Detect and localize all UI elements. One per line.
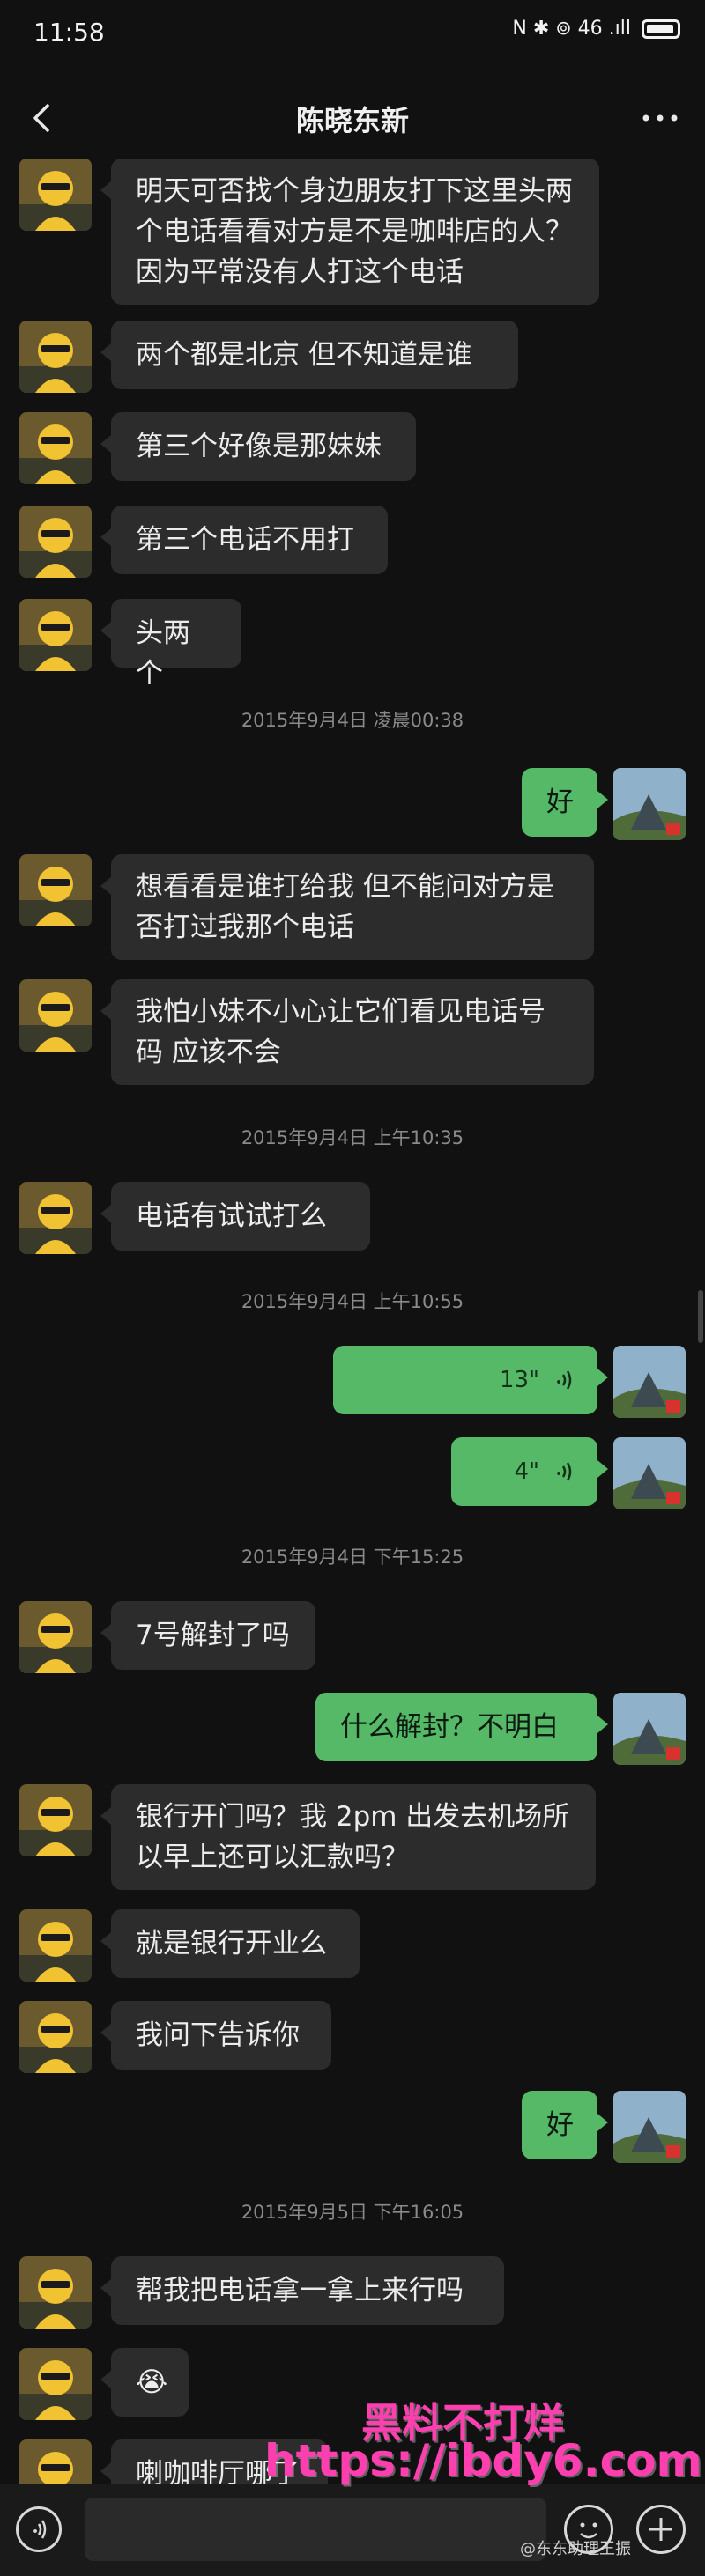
emoji-sticker: 😭 xyxy=(136,2366,168,2398)
voice-message-bubble[interactable]: 13" xyxy=(333,1346,608,1414)
message-bubble[interactable]: 两个都是北京 但不知道是谁 xyxy=(100,321,518,389)
message-text: 银行开门吗？我 2pm 出发去机场所以早上还可以汇款吗？ xyxy=(136,1801,570,1873)
message-bubble[interactable]: 第三个电话不用打 xyxy=(100,506,388,574)
voice-message-bubble[interactable]: 4" xyxy=(451,1437,608,1506)
message-text: 什么解封？不明白 xyxy=(340,1711,559,1743)
contact-avatar[interactable] xyxy=(19,979,92,1052)
timestamp: 2015年9月4日 凌晨00:38 xyxy=(241,710,464,731)
message-bubble[interactable]: 电话有试试打么 xyxy=(100,1182,370,1251)
message-bubble[interactable]: 明天可否找个身边朋友打下这里头两个电话看看对方是不是咖啡店的人？ 因为平常没有人… xyxy=(100,159,599,305)
my-avatar[interactable] xyxy=(613,768,686,840)
contact-avatar[interactable] xyxy=(19,599,92,671)
chat-header: 陈晓东新 xyxy=(0,74,705,166)
voice-wave-icon xyxy=(557,1370,572,1390)
voice-wave-icon xyxy=(557,1462,572,1481)
message-bubble[interactable]: 就是银行开业么 xyxy=(100,1909,360,1978)
scrollbar-thumb[interactable] xyxy=(698,1290,703,1343)
voice-duration: 13" xyxy=(499,1367,539,1393)
message-text: 7号解封了吗 xyxy=(136,1620,290,1651)
more-dots-icon[interactable] xyxy=(634,97,686,139)
message-text: 好 xyxy=(546,786,574,818)
message-text: 两个都是北京 但不知道是谁 xyxy=(136,339,472,371)
timestamp: 2015年9月4日 下午15:25 xyxy=(241,1546,464,1568)
contact-avatar[interactable] xyxy=(19,412,92,484)
message-bubble[interactable]: 第三个好像是那妹妹 xyxy=(100,412,416,481)
message-bubble[interactable]: 什么解封？不明白 xyxy=(315,1693,608,1761)
plus-icon[interactable] xyxy=(636,2505,686,2554)
contact-avatar[interactable] xyxy=(19,1182,92,1254)
message-text: 头两个 xyxy=(136,617,190,690)
message-bubble[interactable]: 想看看是谁打给我 但不能问对方是否打过我那个电话 xyxy=(100,854,594,960)
my-avatar[interactable] xyxy=(613,2091,686,2163)
voice-wave-icon[interactable] xyxy=(16,2506,62,2552)
message-bubble[interactable]: 😭 xyxy=(100,2348,189,2417)
message-bubble[interactable]: 我问下告诉你 xyxy=(100,2001,331,2070)
message-text: 想看看是谁打给我 但不能问对方是否打过我那个电话 xyxy=(136,871,554,943)
message-text: 第三个电话不用打 xyxy=(136,524,354,556)
message-text: 明天可否找个身边朋友打下这里头两个电话看看对方是不是咖啡店的人？ 因为平常没有人… xyxy=(136,175,573,288)
voice-duration: 4" xyxy=(514,1458,539,1485)
contact-avatar[interactable] xyxy=(19,1784,92,1856)
status-indicator-text: N ✱ ⊚ 46 .ıll xyxy=(512,18,631,40)
timestamp: 2015年9月4日 上午10:55 xyxy=(241,1291,464,1312)
contact-avatar[interactable] xyxy=(19,854,92,926)
message-text: 电话有试试打么 xyxy=(136,1200,327,1232)
contact-avatar[interactable] xyxy=(19,2001,92,2073)
watermark-line2: https://ibdy6.com xyxy=(264,2435,702,2486)
message-text: 我怕小妹不小心让它们看见电话号码 应该不会 xyxy=(136,996,545,1068)
contact-avatar[interactable] xyxy=(19,1601,92,1673)
message-text: 好 xyxy=(546,2109,574,2141)
message-bubble[interactable]: 我怕小妹不小心让它们看见电话号码 应该不会 xyxy=(100,979,594,1085)
message-bubble[interactable]: 头两个 xyxy=(100,599,241,690)
message-input[interactable] xyxy=(85,2498,546,2561)
message-bubble[interactable]: 银行开门吗？我 2pm 出发去机场所以早上还可以汇款吗？ xyxy=(100,1784,596,1890)
my-avatar[interactable] xyxy=(613,1693,686,1765)
input-bar xyxy=(0,2484,705,2576)
message-bubble[interactable]: 帮我把电话拿一拿上来行吗 xyxy=(100,2256,504,2325)
status-indicators: N ✱ ⊚ 46 .ıll xyxy=(512,18,680,40)
contact-avatar[interactable] xyxy=(19,506,92,578)
contact-avatar[interactable] xyxy=(19,321,92,393)
message-text: 第三个好像是那妹妹 xyxy=(136,431,382,462)
status-time: 11:58 xyxy=(33,18,105,47)
contact-avatar[interactable] xyxy=(19,2256,92,2329)
message-text: 帮我把电话拿一拿上来行吗 xyxy=(136,2275,464,2307)
message-text: 我问下告诉你 xyxy=(136,2019,300,2051)
contact-avatar[interactable] xyxy=(19,2348,92,2420)
message-bubble[interactable]: 好 xyxy=(522,768,608,837)
message-bubble[interactable]: 好 xyxy=(522,2091,608,2159)
emoji-face-icon[interactable] xyxy=(564,2505,613,2554)
chat-title: 陈晓东新 xyxy=(295,104,409,137)
watermark-line1: 黑料不打烊 xyxy=(361,2399,564,2447)
contact-avatar[interactable] xyxy=(19,159,92,231)
contact-avatar[interactable] xyxy=(19,1909,92,1982)
my-avatar[interactable] xyxy=(613,1437,686,1509)
message-bubble[interactable]: 7号解封了吗 xyxy=(100,1601,315,1670)
status-bar: 11:58 N ✱ ⊚ 46 .ıll xyxy=(0,0,705,74)
message-text: 就是银行开业么 xyxy=(136,1928,327,1960)
timestamp: 2015年9月4日 上午10:35 xyxy=(241,1127,464,1148)
timestamp: 2015年9月5日 下午16:05 xyxy=(241,2202,464,2223)
battery-icon xyxy=(642,18,680,39)
my-avatar[interactable] xyxy=(613,1346,686,1418)
